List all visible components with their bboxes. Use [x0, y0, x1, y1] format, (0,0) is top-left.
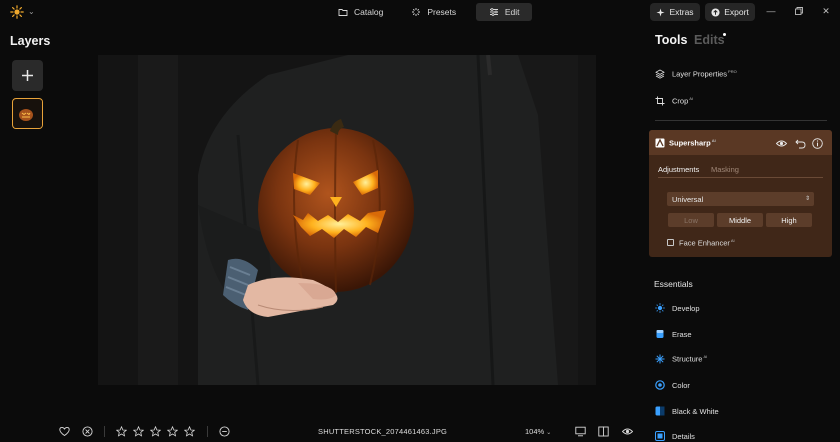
tab-masking[interactable]: Masking: [711, 165, 739, 174]
color-icon: [655, 380, 665, 390]
export-icon: [711, 7, 720, 17]
tool-color-label: Color: [672, 380, 690, 390]
tab-edits[interactable]: Edits: [694, 33, 725, 47]
pro-badge: PRO: [728, 69, 737, 75]
undo-icon[interactable]: [795, 138, 806, 149]
supersharp-panel: SupersharpAI Adjustments Masking Univers…: [649, 130, 832, 257]
mode-edit[interactable]: Edit: [476, 3, 533, 21]
tool-color[interactable]: Color: [655, 378, 690, 392]
tab-underline: [658, 177, 823, 178]
ai-badge: AI: [703, 354, 708, 360]
tab-adjustments[interactable]: Adjustments: [658, 165, 699, 174]
folder-icon: [338, 9, 348, 16]
face-enhancer-label: Face EnhancerAI: [679, 238, 735, 248]
sparkle-star-icon: [656, 7, 666, 17]
heart-icon[interactable]: [59, 426, 70, 437]
extras-button[interactable]: Extras: [650, 3, 700, 21]
tool-erase[interactable]: Erase: [655, 327, 692, 341]
extras-label: Extras: [669, 7, 694, 17]
mode-edit-label: Edit: [504, 7, 520, 17]
star-icon[interactable]: [150, 426, 161, 437]
supersharp-title: SupersharpAI: [669, 138, 716, 148]
mode-presets[interactable]: Presets: [403, 3, 464, 21]
mode-catalog-label: Catalog: [354, 7, 384, 17]
supersharp-icon: [655, 138, 665, 148]
file-name: SHUTTERSTOCK_2074461463.JPG: [318, 427, 448, 436]
tool-layer-properties-label: Layer Properties: [672, 69, 728, 79]
close-icon[interactable]: ✕: [819, 4, 833, 18]
chevron-down-icon: ⌄: [28, 7, 35, 16]
tool-develop-label: Develop: [672, 303, 700, 313]
structure-icon: [655, 354, 665, 364]
app-menu-button[interactable]: ⌄: [10, 3, 38, 21]
top-bar: ⌄ Catalog Presets Edit Extras Export — ✕: [0, 0, 840, 24]
segment-high[interactable]: High: [766, 213, 812, 227]
zoom-level-dropdown[interactable]: 104% ⌄: [525, 427, 551, 436]
ai-badge: AI: [711, 138, 716, 143]
star-icon[interactable]: [116, 426, 127, 437]
tool-layer-properties[interactable]: Layer PropertiesPRO: [655, 67, 737, 81]
sliders-icon: [489, 8, 498, 16]
photo-canvas[interactable]: [98, 55, 596, 385]
halloween-pumpkin-photo: [98, 55, 596, 385]
layers-title: Layers: [10, 34, 51, 48]
export-label: Export: [724, 7, 749, 17]
tool-erase-label: Erase: [672, 329, 692, 339]
mode-presets-label: Presets: [427, 7, 457, 17]
edits-indicator-dot: [723, 33, 726, 36]
develop-icon: [655, 303, 665, 313]
segment-middle[interactable]: Middle: [717, 213, 763, 227]
zoom-value: 104%: [525, 427, 545, 436]
ai-badge: AI: [730, 238, 735, 243]
sun-logo-icon: [10, 5, 24, 19]
separator: [104, 426, 105, 437]
mode-catalog[interactable]: Catalog: [330, 3, 391, 21]
compare-icon[interactable]: [598, 426, 609, 437]
more-options-icon[interactable]: [219, 426, 230, 437]
tool-black-white[interactable]: Black & White: [655, 404, 719, 418]
tool-crop-label: Crop: [672, 96, 689, 106]
chevron-down-icon: ⌄: [546, 430, 552, 436]
layers-icon: [655, 69, 665, 79]
info-icon[interactable]: [812, 138, 823, 149]
tab-tools[interactable]: Tools: [655, 33, 687, 47]
preview-eye-icon[interactable]: [622, 426, 633, 437]
essentials-title: Essentials: [654, 279, 693, 289]
eraser-icon: [656, 330, 664, 338]
reject-icon[interactable]: [82, 426, 93, 437]
tool-develop[interactable]: Develop: [655, 301, 700, 315]
sparkle-icon: [412, 8, 421, 16]
restore-icon[interactable]: [792, 4, 806, 18]
updown-chevron-icon: ⇕: [804, 196, 810, 202]
bw-icon: [655, 406, 665, 416]
tool-crop[interactable]: CropAI: [655, 94, 693, 108]
plus-icon: [22, 70, 33, 81]
tool-structure[interactable]: StructureAI: [655, 352, 707, 366]
tool-black-white-label: Black & White: [672, 406, 719, 416]
fit-to-screen-icon[interactable]: [575, 426, 586, 437]
face-enhancer-text: Face Enhancer: [679, 238, 730, 248]
supersharp-title-label: Supersharp: [669, 138, 711, 148]
face-enhancer-checkbox[interactable]: [667, 239, 674, 246]
star-icon[interactable]: [184, 426, 195, 437]
add-layer-button[interactable]: [12, 60, 43, 91]
mode-switcher: Catalog Presets Edit: [330, 3, 533, 21]
tool-structure-label: Structure: [672, 354, 703, 364]
supersharp-mode-value: Universal: [672, 194, 704, 204]
supersharp-mode-select[interactable]: Universal ⇕: [667, 192, 814, 206]
ai-badge: AI: [689, 96, 694, 102]
separator: [207, 426, 208, 437]
pumpkin-thumbnail-icon: [13, 99, 42, 128]
segment-low[interactable]: Low: [668, 213, 714, 227]
export-button[interactable]: Export: [705, 3, 755, 21]
crop-icon: [655, 96, 665, 106]
panel-divider: [655, 120, 827, 121]
layer-thumbnail[interactable]: [12, 98, 43, 129]
star-icon[interactable]: [133, 426, 144, 437]
star-icon[interactable]: [167, 426, 178, 437]
visibility-eye-icon[interactable]: [776, 138, 787, 149]
minimize-icon[interactable]: —: [764, 4, 778, 18]
